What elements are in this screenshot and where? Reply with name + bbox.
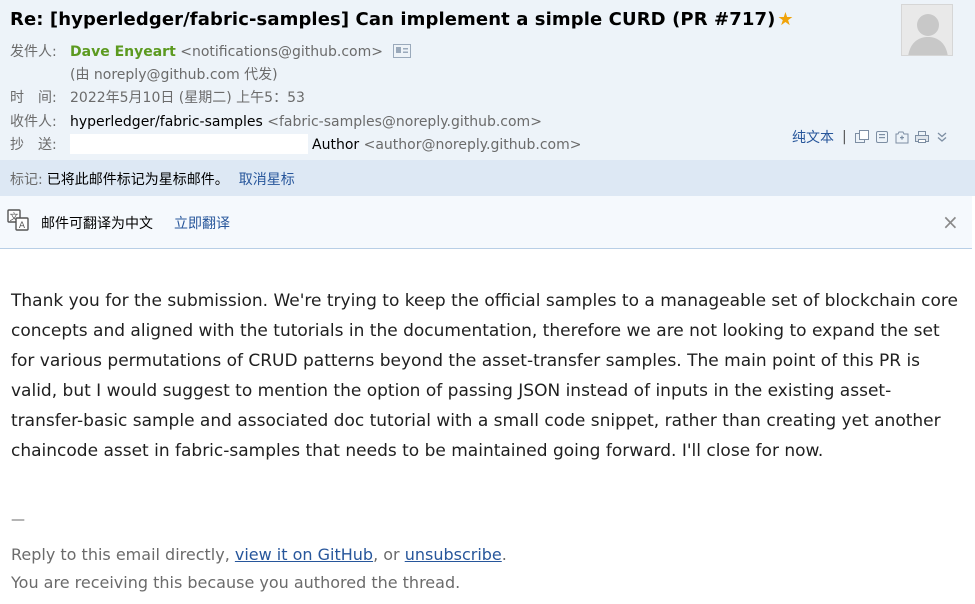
more-chevron-icon[interactable] <box>935 130 949 144</box>
reply-line: Reply to this email directly, view it on… <box>11 541 507 569</box>
time-value: 2022年5月10日 (星期二) 上午5：53 <box>70 90 305 106</box>
new-window-icon[interactable] <box>854 130 869 144</box>
print-preview-icon[interactable] <box>875 130 889 144</box>
cc-label: 抄 送: <box>10 137 57 153</box>
period: . <box>501 545 507 564</box>
or-text: , or <box>373 545 405 564</box>
translate-bar: 文 A 邮件可翻译为中文 立即翻译 × <box>0 196 972 249</box>
receiving-reason: You are receiving this because you autho… <box>11 573 461 592</box>
flag-bar: 标记: 已将此邮件标记为星标邮件。 取消星标 <box>0 160 975 196</box>
reply-prefix: Reply to this email directly, <box>11 545 235 564</box>
cc-row: 抄 送: Author <author@noreply.github.com> <box>10 134 581 154</box>
from-label: 发件人: <box>10 44 57 60</box>
sender-email: <notifications@github.com> <box>180 44 383 60</box>
time-label: 时 间: <box>10 90 57 106</box>
translate-now-link[interactable]: 立即翻译 <box>174 213 230 233</box>
toolbar-separator: | <box>842 129 847 145</box>
translate-text: 邮件可翻译为中文 <box>41 216 153 232</box>
unsubscribe-link[interactable]: unsubscribe <box>405 545 502 564</box>
to-name[interactable]: hyperledger/fabric-samples <box>70 114 263 130</box>
unstar-link[interactable]: 取消星标 <box>239 172 295 188</box>
via-note: (由 noreply@github.com 代发) <box>70 67 278 83</box>
translate-icon: 文 A <box>7 209 29 235</box>
view-on-github-link[interactable]: view it on GitHub <box>235 545 373 564</box>
email-body: Thank you for the submission. We're tryi… <box>11 291 958 461</box>
flag-label: 标记: <box>10 172 43 188</box>
contact-card-icon[interactable] <box>392 44 411 62</box>
star-icon[interactable]: ★ <box>777 9 793 30</box>
cc-name[interactable]: Author <box>312 137 359 153</box>
mail-toolbar: 纯文本 | <box>792 127 955 147</box>
avatar[interactable] <box>901 4 953 56</box>
save-icon[interactable] <box>895 130 909 144</box>
sender-name[interactable]: Dave Enyeart <box>70 44 176 60</box>
close-icon[interactable]: × <box>942 210 959 234</box>
to-label: 收件人: <box>10 114 57 130</box>
subject-text: Re: [hyperledger/fabric-samples] Can imp… <box>10 9 776 30</box>
from-row: 发件人: Dave Enyeart <notifications@github.c… <box>10 41 411 62</box>
time-row: 时 间: 2022年5月10日 (星期二) 上午5：53 <box>10 87 305 107</box>
to-row: 收件人: hyperledger/fabric-samples <fabric-s… <box>10 111 542 131</box>
to-email: <fabric-samples@noreply.github.com> <box>267 114 542 130</box>
email-subject: Re: [hyperledger/fabric-samples] Can imp… <box>10 9 794 30</box>
email-header: Re: [hyperledger/fabric-samples] Can imp… <box>0 0 975 160</box>
flag-text: 已将此邮件标记为星标邮件。 <box>46 172 229 188</box>
email-footer: Reply to this email directly, view it on… <box>11 541 507 597</box>
cc-email: <author@noreply.github.com> <box>363 137 582 153</box>
redacted-recipient <box>70 134 308 154</box>
plain-text-link[interactable]: 纯文本 <box>792 127 834 147</box>
svg-text:A: A <box>19 221 26 231</box>
signature-dash: — <box>11 512 25 528</box>
print-icon[interactable] <box>914 130 929 144</box>
